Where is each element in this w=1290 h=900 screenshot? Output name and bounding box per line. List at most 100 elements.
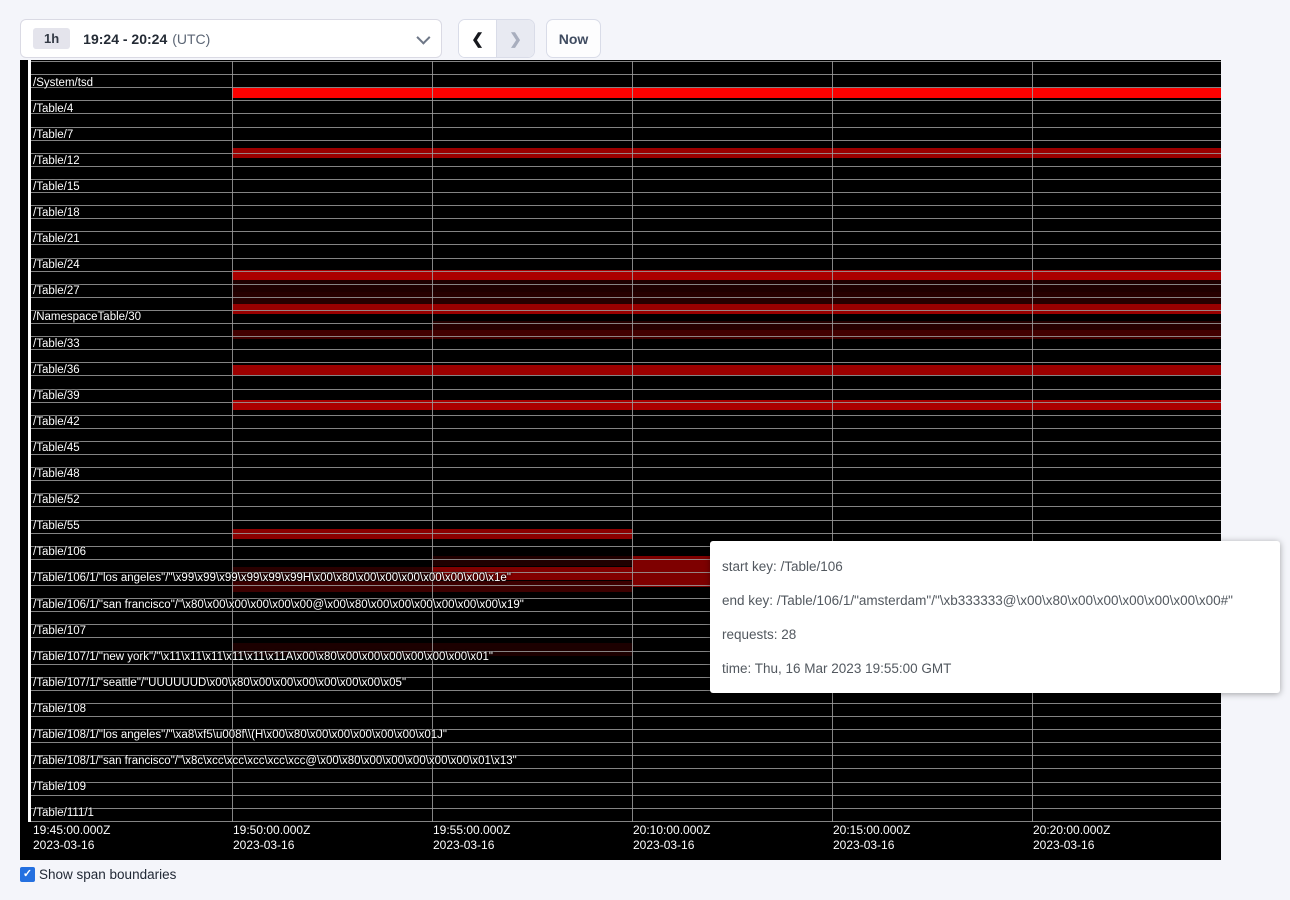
h-gridline <box>31 428 1221 429</box>
h-gridline <box>31 231 1221 232</box>
check-icon: ✓ <box>23 867 32 882</box>
x-tick-time: 20:20:00.000Z <box>1033 823 1110 838</box>
x-axis-tick: 20:15:00.000Z2023-03-16 <box>833 823 910 853</box>
h-gridline <box>31 703 1221 704</box>
span-boundaries-checkbox[interactable]: ✓ <box>20 867 35 882</box>
row-label: /Table/24 <box>33 259 80 272</box>
v-gridline <box>232 61 233 822</box>
h-gridline <box>31 61 1221 62</box>
chevron-left-icon: ❮ <box>471 30 484 48</box>
h-gridline <box>31 336 1221 337</box>
x-tick-date: 2023-03-16 <box>633 838 710 853</box>
row-label: /Table/12 <box>33 155 80 168</box>
x-axis-tick: 20:10:00.000Z2023-03-16 <box>633 823 710 853</box>
heatmap-band[interactable] <box>232 330 1221 339</box>
row-label: /Table/108/1/"san francisco"/"\x8c\xcc\x… <box>33 755 517 768</box>
row-label: /Table/21 <box>33 233 80 246</box>
row-label: /Table/107 <box>33 625 86 638</box>
h-gridline <box>31 323 1221 324</box>
row-label: /Table/18 <box>33 207 80 220</box>
h-gridline <box>31 742 1221 743</box>
h-gridline <box>31 454 1221 455</box>
time-range-label: 19:24 - 20:24 <box>83 31 167 47</box>
heatmap-band[interactable] <box>232 88 1221 98</box>
heatmap-band[interactable] <box>232 365 1221 375</box>
h-gridline <box>31 362 1221 363</box>
heatmap-canvas[interactable]: /System/tsd/Table/4/Table/7/Table/12/Tab… <box>20 60 1221 860</box>
h-gridline <box>31 533 1221 534</box>
h-gridline <box>31 441 1221 442</box>
row-label: /Table/48 <box>33 468 80 481</box>
h-gridline <box>31 297 1221 298</box>
h-gridline <box>31 808 1221 809</box>
h-gridline <box>31 218 1221 219</box>
x-tick-time: 19:50:00.000Z <box>233 823 310 838</box>
row-label: /Table/107/1/"new york"/"\x11\x11\x11\x1… <box>33 651 493 664</box>
h-gridline <box>31 100 1221 101</box>
tooltip-requests: requests: 28 <box>722 618 1268 652</box>
x-axis-tick: 19:50:00.000Z2023-03-16 <box>233 823 310 853</box>
row-label: /Table/55 <box>33 520 80 533</box>
h-gridline <box>31 795 1221 796</box>
v-gridline <box>832 61 833 822</box>
x-tick-date: 2023-03-16 <box>33 838 110 853</box>
show-span-boundaries-row[interactable]: ✓ Show span boundaries <box>20 867 176 882</box>
h-gridline <box>31 74 1221 75</box>
row-label: /Table/39 <box>33 390 80 403</box>
time-nav-group: ❮ ❯ <box>458 19 535 58</box>
row-label: /Table/107/1/"seattle"/"UUUUUUD\x00\x80\… <box>33 677 406 690</box>
h-gridline <box>31 506 1221 507</box>
row-label: /Table/4 <box>33 103 73 116</box>
x-tick-date: 2023-03-16 <box>833 838 910 853</box>
x-tick-time: 19:45:00.000Z <box>33 823 110 838</box>
x-tick-time: 20:10:00.000Z <box>633 823 710 838</box>
row-label: /Table/33 <box>33 338 80 351</box>
h-gridline <box>31 140 1221 141</box>
next-button-disabled[interactable]: ❯ <box>497 20 534 57</box>
row-label: /Table/52 <box>33 494 80 507</box>
time-range-select[interactable]: 1h 19:24 - 20:24 (UTC) <box>20 19 442 58</box>
row-label: /Table/106/1/"los angeles"/"\x99\x99\x99… <box>33 572 511 585</box>
h-gridline <box>31 520 1221 521</box>
row-label: /Table/7 <box>33 129 73 142</box>
chevron-down-icon <box>416 30 430 44</box>
now-button-label: Now <box>559 31 589 47</box>
now-button[interactable]: Now <box>546 19 601 58</box>
heatmap-band[interactable] <box>432 556 632 566</box>
x-axis-tick: 19:55:00.000Z2023-03-16 <box>433 823 510 853</box>
heatmap-band[interactable] <box>232 280 1221 292</box>
h-gridline <box>31 375 1221 376</box>
h-gridline <box>31 244 1221 245</box>
h-gridline <box>31 782 1221 783</box>
h-gridline <box>31 716 1221 717</box>
key-visualizer-page: { "toolbar": { "duration_badge": "1h", "… <box>0 0 1290 900</box>
row-label: /Table/27 <box>33 285 80 298</box>
row-label: /Table/109 <box>33 781 86 794</box>
v-gridline <box>432 61 433 822</box>
v-gridline <box>1032 61 1033 822</box>
v-gridline <box>632 61 633 822</box>
row-label: /Table/111/1 <box>33 807 94 820</box>
h-gridline <box>31 480 1221 481</box>
x-tick-date: 2023-03-16 <box>1033 838 1110 853</box>
span-boundaries-label: Show span boundaries <box>39 867 176 882</box>
prev-button[interactable]: ❮ <box>459 20 497 57</box>
h-gridline <box>31 192 1221 193</box>
h-gridline <box>31 127 1221 128</box>
tooltip-time: time: Thu, 16 Mar 2023 19:55:00 GMT <box>722 652 1268 686</box>
row-label: /Table/45 <box>33 442 80 455</box>
h-gridline <box>31 415 1221 416</box>
chevron-right-icon: ❯ <box>509 30 522 48</box>
duration-badge: 1h <box>33 28 70 49</box>
row-label: /Table/42 <box>33 416 80 429</box>
h-gridline <box>31 271 1221 272</box>
h-gridline <box>31 87 1221 88</box>
span-tooltip: start key: /Table/106 end key: /Table/10… <box>710 541 1280 693</box>
row-label: /Table/36 <box>33 364 80 377</box>
tooltip-end-key: end key: /Table/106/1/"amsterdam"/"\xb33… <box>722 584 1268 618</box>
x-tick-date: 2023-03-16 <box>233 838 310 853</box>
h-gridline <box>31 258 1221 259</box>
h-gridline <box>31 821 1221 822</box>
h-gridline <box>31 467 1221 468</box>
heatmap-band[interactable] <box>232 292 1221 304</box>
